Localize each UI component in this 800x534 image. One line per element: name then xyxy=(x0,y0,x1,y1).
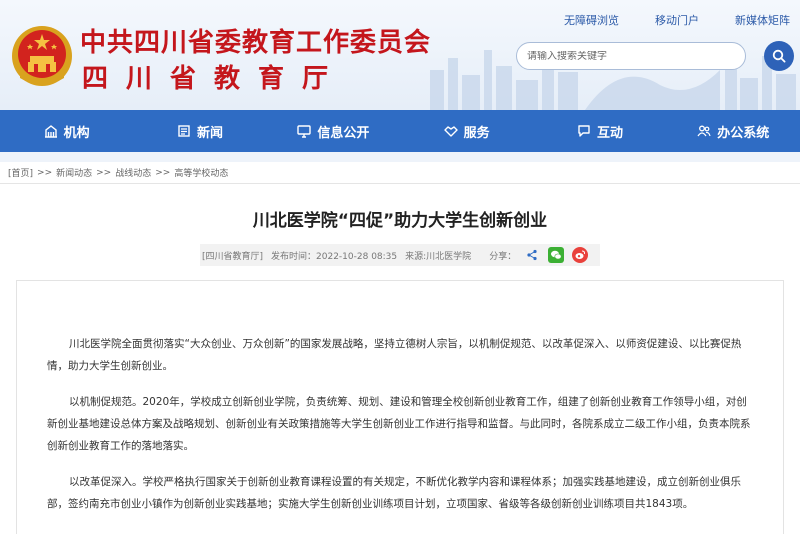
article-origin: 来源:川北医学院 xyxy=(405,251,472,262)
article-content: 川北医学院全面贯彻落实“大众创业、万众创新”的国家发展战略，坚持立德树人宗旨，以… xyxy=(16,280,784,534)
site-subtitle: 四川省教育厅 xyxy=(82,64,347,94)
search-input[interactable] xyxy=(527,50,745,62)
new-media-link[interactable]: 新媒体矩阵 xyxy=(735,12,790,28)
article-paragraph: 以改革促深入。学校严格执行国家关于创新创业教育课程设置的有关规定，不断优化教学内… xyxy=(47,476,741,510)
nav-item-label: 机构 xyxy=(63,125,90,141)
search-icon xyxy=(772,49,786,63)
search-button[interactable] xyxy=(764,41,794,71)
article-paragraph: 以机制促规范。2020年，学校成立创新创业学院，负责统筹、规划、建设和管理全校创… xyxy=(47,396,751,452)
breadcrumb-news[interactable]: 新闻动态 xyxy=(56,166,92,179)
breadcrumb-frontline[interactable]: 战线动态 xyxy=(115,166,151,179)
source-tag: [四川省教育厅] xyxy=(202,251,264,262)
breadcrumb: [首页] >> 新闻动态 >> 战线动态 >> 高等学校动态 xyxy=(0,162,800,184)
wechat-icon xyxy=(551,250,562,260)
share-label: 分享： xyxy=(489,251,517,262)
breadcrumb-universities[interactable]: 高等学校动态 xyxy=(174,166,228,179)
users-icon xyxy=(697,125,711,137)
newspaper-icon xyxy=(178,125,190,137)
breadcrumb-separator: >> xyxy=(155,167,171,178)
weibo-icon xyxy=(575,250,586,259)
wechat-share-button[interactable] xyxy=(548,247,565,263)
mobile-portal-link[interactable]: 移动门户 xyxy=(655,12,699,28)
nav-item-organization[interactable]: 机构 xyxy=(0,110,133,152)
nav-item-interaction[interactable]: 互动 xyxy=(533,110,666,152)
breadcrumb-separator: >> xyxy=(37,167,53,178)
share-button[interactable] xyxy=(524,247,540,263)
nav-item-label: 信息公开 xyxy=(317,125,370,141)
article-title: 川北医学院“四促”助力大学生创新创业 xyxy=(252,211,548,231)
chat-icon xyxy=(578,125,590,137)
weibo-share-button[interactable] xyxy=(572,247,589,263)
top-links: 无障碍浏览 移动门户 新媒体矩阵 xyxy=(564,12,790,28)
nav-item-news[interactable]: 新闻 xyxy=(133,110,266,152)
nav-item-label: 办公系统 xyxy=(717,125,770,141)
building-icon xyxy=(44,125,57,138)
national-emblem-logo xyxy=(12,26,72,86)
main-nav: 机构 新闻 信息公开 服务 互动 办公系统 xyxy=(0,110,800,152)
nav-item-label: 服务 xyxy=(463,125,490,141)
article-paragraph: 川北医学院全面贯彻落实“大众创业、万众创新”的国家发展战略，坚持立德树人宗旨，以… xyxy=(47,338,742,372)
nav-item-services[interactable]: 服务 xyxy=(400,110,533,152)
search-box xyxy=(516,42,746,70)
nav-item-label: 新闻 xyxy=(196,125,223,141)
article-meta: [四川省教育厅] 发布时间：2022-10-28 08:35 来源:川北医学院 … xyxy=(200,244,600,266)
share-icon xyxy=(527,249,537,261)
nav-spacer xyxy=(0,152,800,162)
nav-item-info-disclosure[interactable]: 信息公开 xyxy=(267,110,400,152)
nav-item-label: 互动 xyxy=(596,125,623,141)
site-header: 中共四川省委教育工作委员会 四川省教育厅 无障碍浏览 移动门户 新媒体矩阵 xyxy=(0,0,800,110)
nav-item-office-system[interactable]: 办公系统 xyxy=(667,110,800,152)
handshake-icon xyxy=(443,126,458,137)
breadcrumb-separator: >> xyxy=(96,167,112,178)
site-title: 中共四川省委教育工作委员会 xyxy=(80,28,432,58)
monitor-icon xyxy=(297,125,312,138)
breadcrumb-home[interactable]: [首页] xyxy=(8,166,33,179)
publish-time: 发布时间：2022-10-28 08:35 xyxy=(271,251,398,262)
accessibility-link[interactable]: 无障碍浏览 xyxy=(564,12,619,28)
